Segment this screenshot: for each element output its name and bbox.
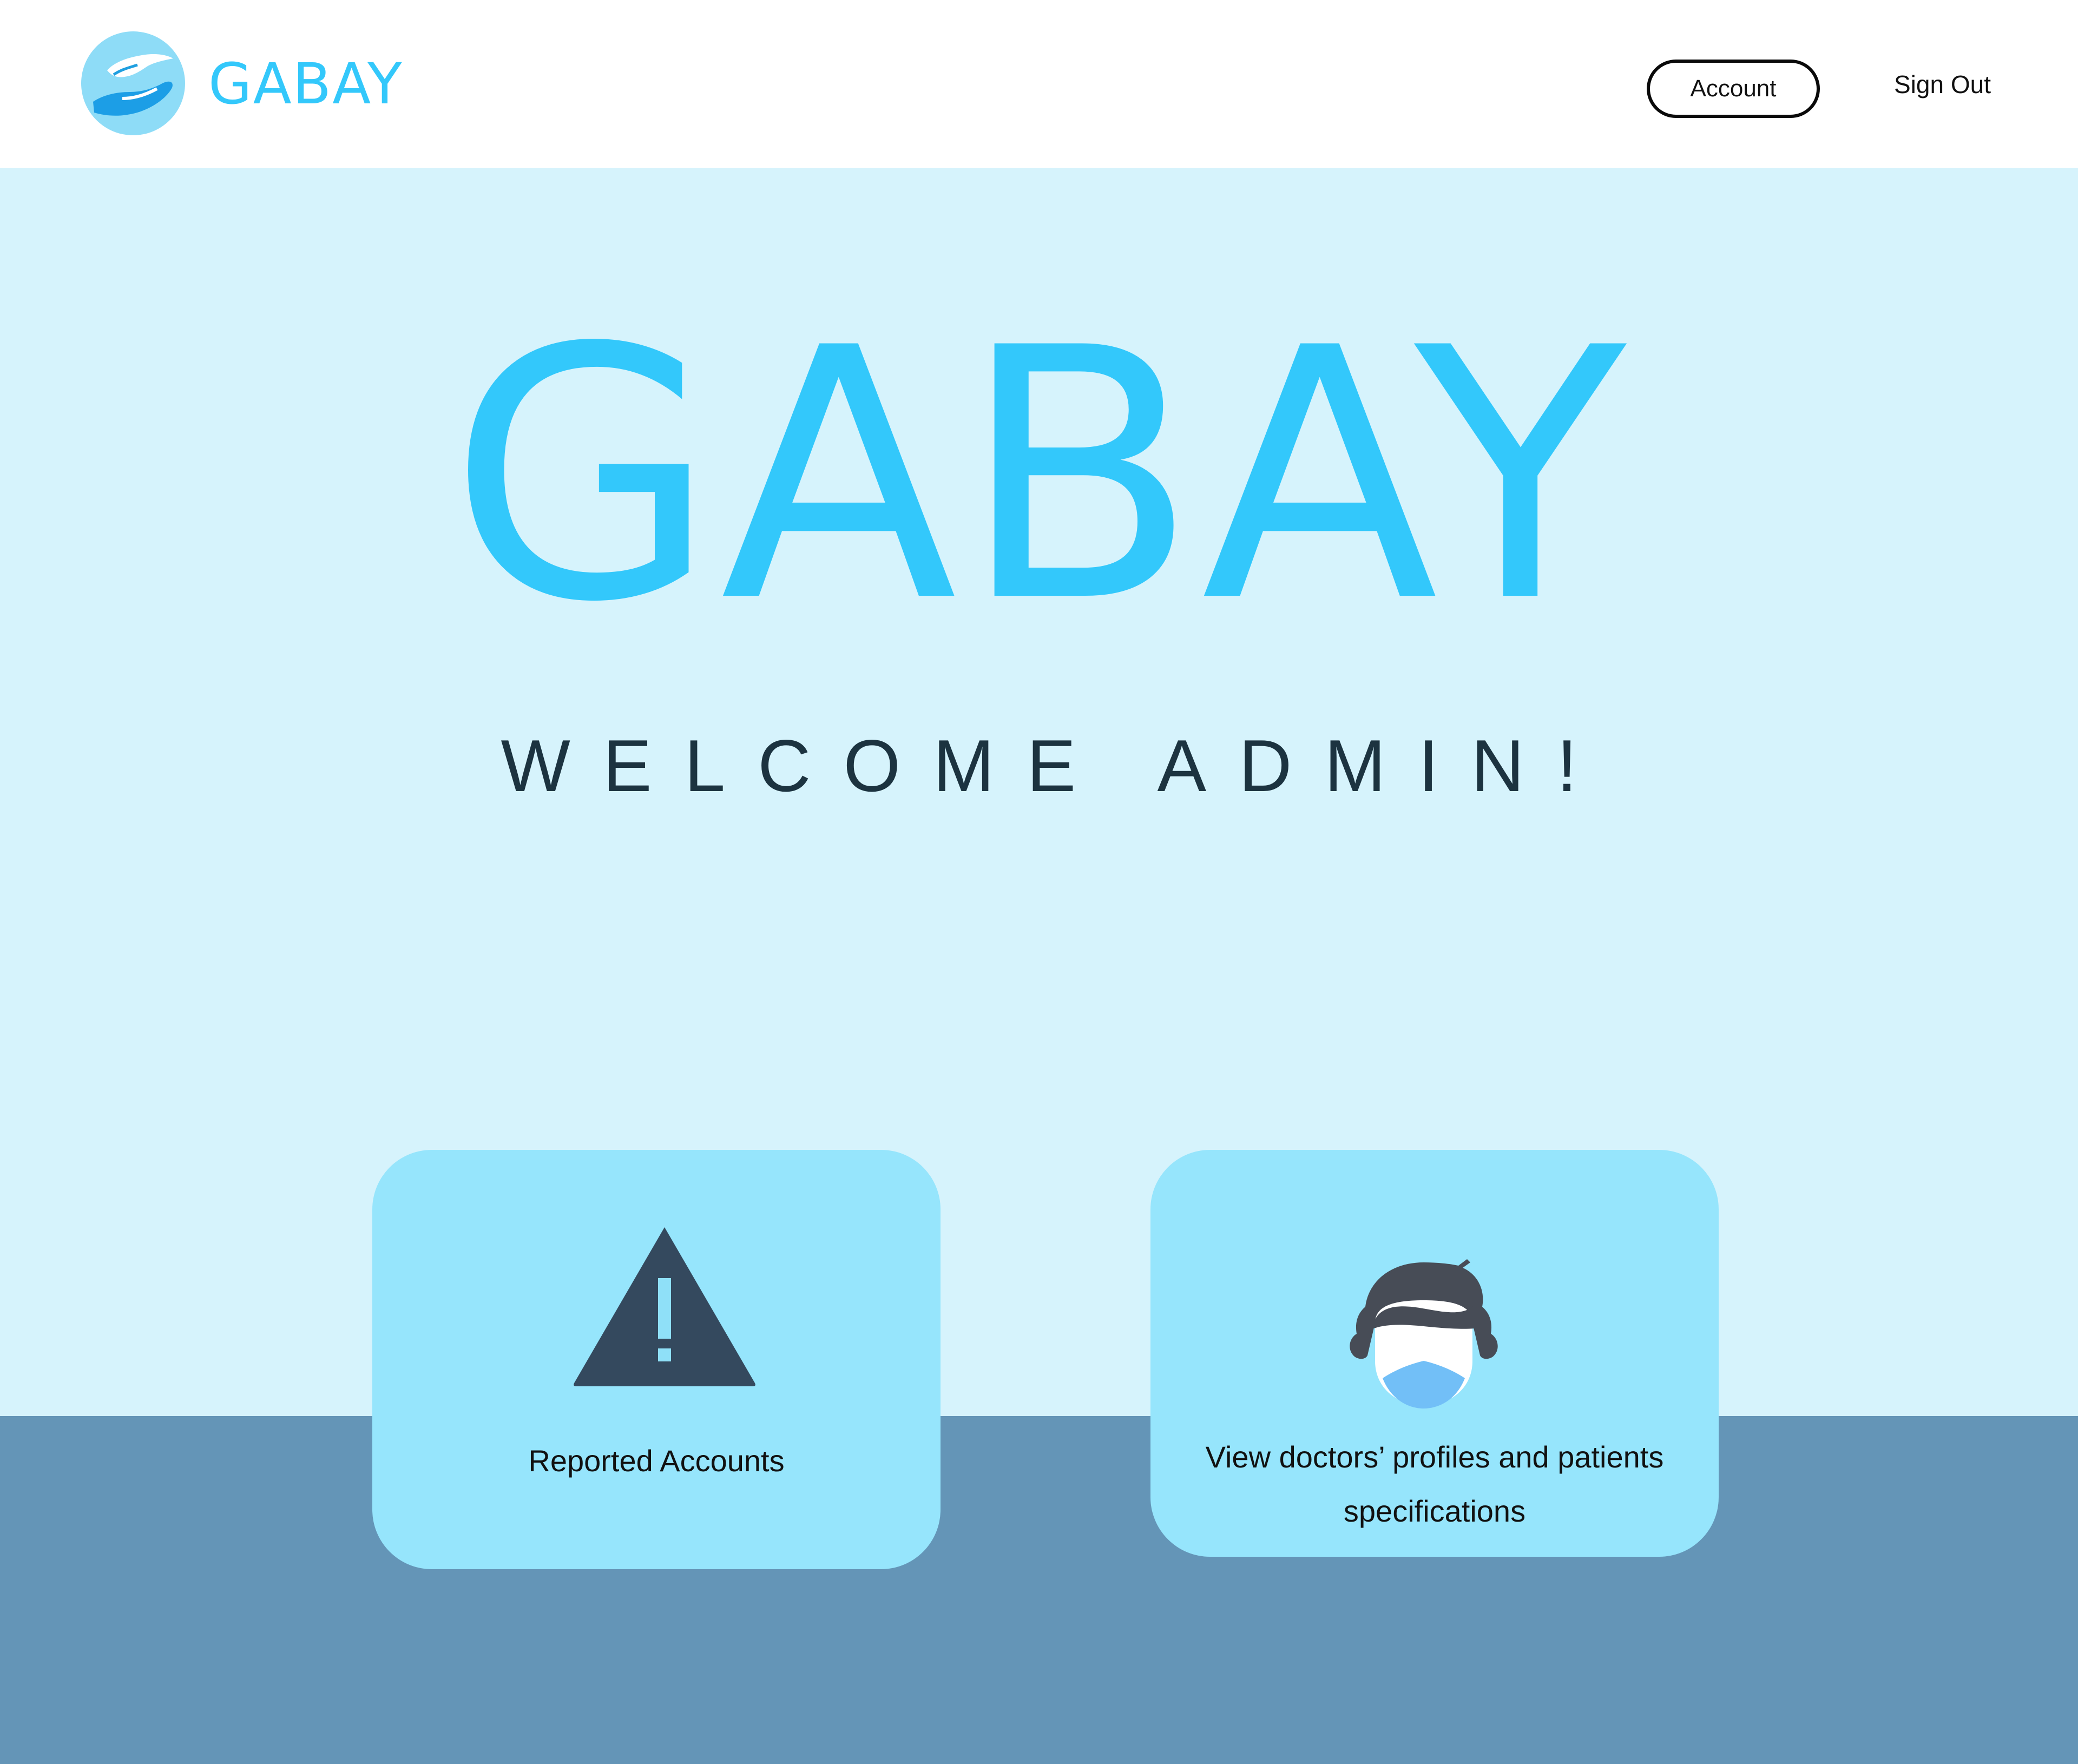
welcome-heading: WELCOME ADMIN! <box>501 725 1610 807</box>
warning-icon <box>574 1227 755 1386</box>
card-label-reported-accounts: Reported Accounts <box>528 1444 785 1478</box>
doctor-icon <box>1350 1259 1498 1408</box>
card-label-doctor-profiles: View doctors’ profiles and patients spec… <box>1205 1440 1664 1528</box>
account-button[interactable]: Account <box>1647 60 1820 118</box>
helping-hands-logo-icon[interactable] <box>81 31 185 135</box>
sign-out-link[interactable]: Sign Out <box>1894 68 1991 101</box>
top-navbar: GABAY Account Sign Out <box>0 0 2078 168</box>
reported-accounts-card[interactable]: Reported Accounts <box>372 1150 941 1569</box>
brand-name[interactable]: GABAY <box>208 49 403 119</box>
footer-band <box>0 1416 2078 1764</box>
hero-title: GABAY <box>449 274 1629 677</box>
doctor-profiles-card[interactable]: View doctors’ profiles and patients spec… <box>1150 1150 1719 1557</box>
